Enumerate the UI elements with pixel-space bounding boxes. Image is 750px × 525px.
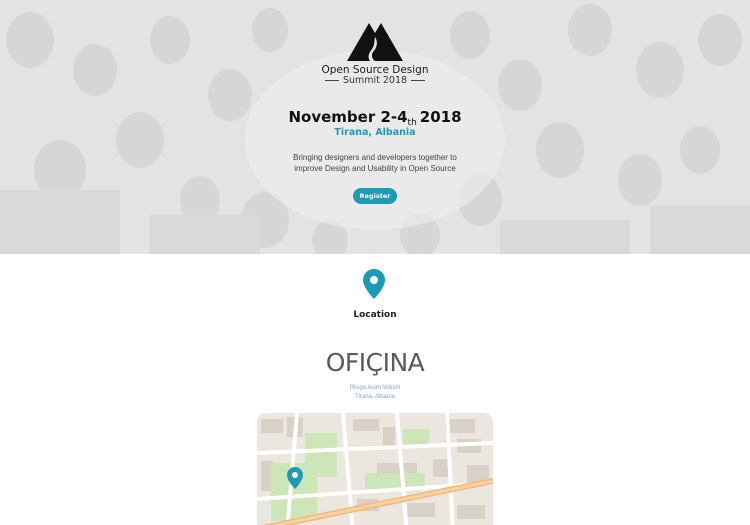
event-tagline: Bringing designers and developers togeth… [293, 153, 457, 173]
location-pin-icon [363, 269, 385, 299]
logo-subtitle: Summit 2018 [0, 75, 750, 86]
hero-section: Open Source Design Summit 2018 November … [0, 0, 750, 254]
location-heading: Location [353, 310, 397, 320]
venue-map[interactable] [257, 413, 493, 525]
venue-logo: OFIÇINA [326, 348, 425, 376]
venue-address-city: Tirana, Albania [355, 394, 395, 400]
map-graphic [257, 413, 493, 525]
summit-logo-icon [347, 23, 403, 61]
hero-content: Open Source Design Summit 2018 November … [0, 0, 750, 254]
venue-address-street: Rruga Asim Vokshi [349, 385, 401, 391]
event-city: Tirana, Albania [334, 127, 416, 138]
register-button[interactable]: Register [353, 188, 397, 204]
svg-text:OFIÇINA: OFIÇINA [326, 348, 425, 376]
event-date: November 2-4th 2018 [288, 108, 462, 128]
